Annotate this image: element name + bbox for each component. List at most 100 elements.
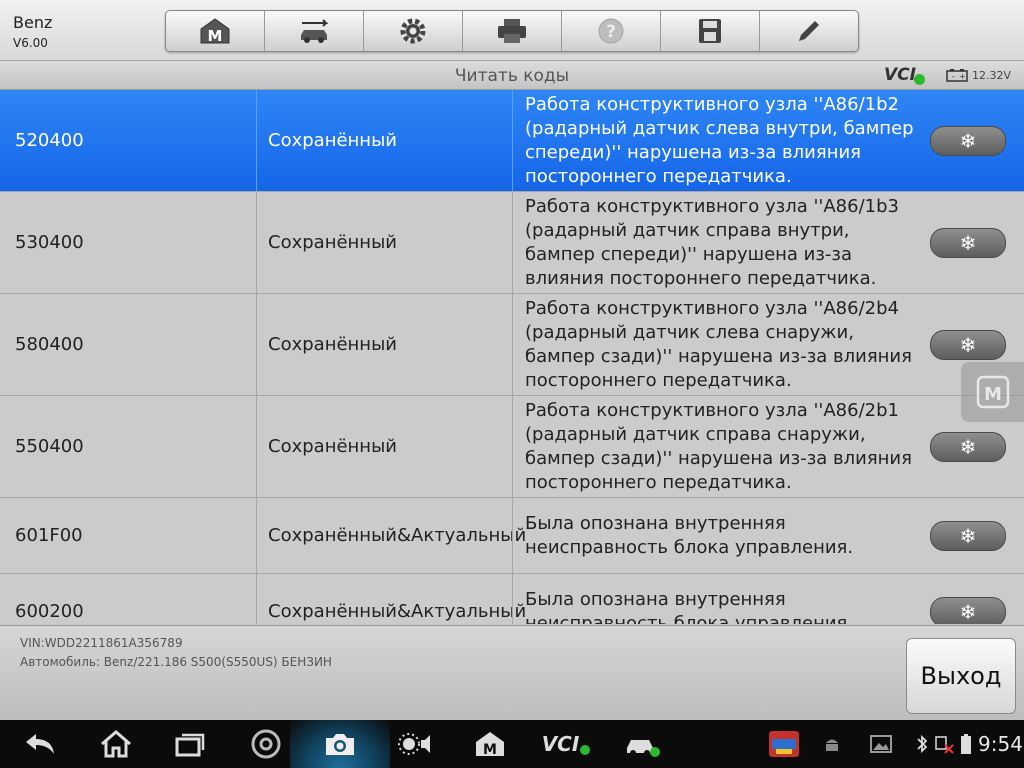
home-button[interactable]: M <box>166 11 265 51</box>
brightness-icon <box>398 733 430 755</box>
table-row[interactable]: 580400 Сохранённый Работа конструктивног… <box>0 294 1024 396</box>
table-row[interactable]: 600200 Сохранённый&Актуальный Была опозн… <box>0 574 1024 624</box>
code-cell: 550400 <box>15 436 84 457</box>
description-cell: Работа конструктивного узла ''A86/2b4 (р… <box>512 294 922 395</box>
floating-home-button[interactable]: M <box>961 362 1024 422</box>
app-thumbnail-icon <box>769 731 799 757</box>
edit-button[interactable] <box>760 11 858 51</box>
vehicle-text: Автомобиль: Benz/221.186 S500(S550US) БЕ… <box>20 655 332 669</box>
svg-text:+: + <box>959 72 966 81</box>
status-cell: Сохранённый&Актуальный <box>256 498 526 573</box>
settings-button[interactable] <box>364 11 463 51</box>
vci-manager-button[interactable]: VCI <box>540 720 592 768</box>
vehicle-info-footer: VIN:WDD2211861A356789 Автомобиль: Benz/2… <box>0 625 1024 721</box>
recent-apps-button[interactable] <box>168 720 212 768</box>
clock: 9:54 <box>978 732 1023 756</box>
vci-label: VCI <box>541 732 580 756</box>
snowflake-icon: ❄ <box>959 600 977 624</box>
freeze-frame-button[interactable]: ❄ <box>930 126 1006 156</box>
snowflake-icon: ❄ <box>959 435 977 459</box>
vci-connected-icon <box>914 74 925 85</box>
snowflake-icon: ❄ <box>959 333 977 357</box>
freeze-frame-button[interactable]: ❄ <box>930 432 1006 462</box>
car-switch-icon <box>301 19 329 43</box>
battery-icon: - + <box>946 69 968 82</box>
home-nav-button[interactable] <box>94 720 138 768</box>
save-button[interactable] <box>661 11 760 51</box>
code-cell: 601F00 <box>15 525 83 546</box>
snowflake-icon: ❄ <box>959 231 977 255</box>
freeze-frame-button[interactable]: ❄ <box>930 521 1006 551</box>
app-name: Benz <box>13 13 53 32</box>
page-title: Читать коды <box>454 66 570 86</box>
printer-icon <box>498 19 526 43</box>
gear-icon <box>400 18 426 44</box>
freeze-frame-button[interactable]: ❄ <box>930 228 1006 258</box>
table-row[interactable]: 550400 Сохранённый Работа конструктивног… <box>0 396 1024 498</box>
description-cell: Была опознана внутренняя неисправность б… <box>512 498 922 573</box>
gallery-notification-icon <box>868 720 894 768</box>
print-button[interactable] <box>463 11 562 51</box>
pencil-icon <box>799 21 819 41</box>
status-cell: Сохранённый&Актуальный <box>256 574 526 624</box>
recent-apps-icon <box>175 733 205 757</box>
exit-button[interactable]: Выход <box>906 638 1016 714</box>
camera-icon <box>326 734 354 755</box>
vehicle-app-button[interactable] <box>620 720 664 768</box>
top-bar: Benz V6.00 M ? <box>0 0 1024 61</box>
snowflake-icon: ❄ <box>959 129 977 153</box>
battery-voltage: 12.32V <box>972 69 1012 82</box>
back-button[interactable] <box>18 720 62 768</box>
svg-text:M: M <box>984 384 1002 405</box>
svg-text:M: M <box>208 27 223 45</box>
code-cell: 600200 <box>15 601 84 622</box>
description-cell: Работа конструктивного узла ''A86/1b2 (р… <box>512 90 922 191</box>
status-cell: Сохранённый <box>256 294 512 395</box>
home-m-icon: M <box>200 18 230 45</box>
table-row[interactable]: 530400 Сохранённый Работа конструктивног… <box>0 192 1024 294</box>
image-icon <box>870 735 892 753</box>
network-status-icon <box>932 720 956 768</box>
table-row[interactable]: 520400 Сохранённый Работа конструктивног… <box>0 90 1024 192</box>
chrome-app-button[interactable] <box>244 720 288 768</box>
vci-status-label: VCI <box>884 65 916 85</box>
home-m-icon: M <box>476 732 504 758</box>
system-nav-bar: M VCI 9:54 <box>0 720 1024 768</box>
svg-text:M: M <box>483 742 497 758</box>
svg-text:?: ? <box>606 22 616 42</box>
code-cell: 520400 <box>15 130 84 151</box>
snowflake-icon: ❄ <box>959 524 977 548</box>
android-icon <box>826 739 838 751</box>
switch-vehicle-button[interactable] <box>265 11 364 51</box>
freeze-frame-button[interactable]: ❄ <box>930 597 1006 624</box>
home-icon <box>101 730 131 758</box>
app-version: V6.00 <box>13 36 48 50</box>
chrome-icon <box>251 729 281 759</box>
bluetooth-icon <box>917 734 928 754</box>
maxisys-app-button[interactable]: M <box>468 720 512 768</box>
status-cell: Сохранённый <box>256 396 512 497</box>
svg-text:-: - <box>952 72 955 81</box>
m-logo-icon: M <box>976 375 1009 409</box>
back-arrow-icon <box>26 734 54 754</box>
brightness-volume-button[interactable] <box>394 720 438 768</box>
recent-app-thumbnail[interactable] <box>766 720 802 768</box>
freeze-frame-button[interactable]: ❄ <box>930 330 1006 360</box>
description-cell: Была опознана внутренняя неисправность б… <box>512 574 922 624</box>
save-icon <box>699 19 721 43</box>
vci-connected-icon <box>580 745 591 755</box>
car-check-icon <box>627 740 660 757</box>
battery-status-icon <box>958 720 974 768</box>
status-cell: Сохранённый <box>256 90 512 191</box>
description-cell: Работа конструктивного узла ''A86/2b1 (р… <box>512 396 922 497</box>
status-cell: Сохранённый <box>256 192 512 293</box>
description-cell: Работа конструктивного узла ''A86/1b3 (р… <box>512 192 922 293</box>
help-icon: ? <box>598 18 624 44</box>
bluetooth-status-icon <box>912 720 932 768</box>
table-row[interactable]: 601F00 Сохранённый&Актуальный Была опозн… <box>0 498 1024 574</box>
code-cell: 580400 <box>15 334 84 355</box>
help-button[interactable]: ? <box>562 11 661 51</box>
no-network-icon <box>935 736 954 754</box>
code-cell: 530400 <box>15 232 84 253</box>
camera-app-button[interactable] <box>318 720 362 768</box>
